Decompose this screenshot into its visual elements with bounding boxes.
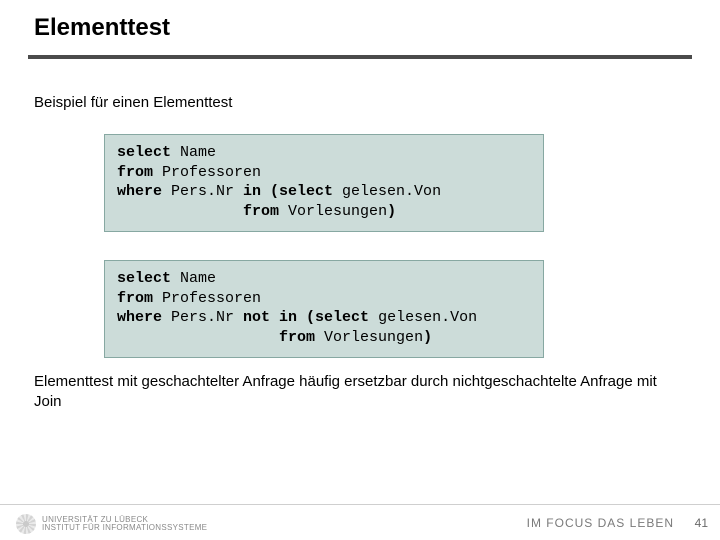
seal-icon bbox=[16, 514, 36, 534]
footer: UNIVERSITÄT ZU LÜBECK INSTITUT FÜR INFOR… bbox=[0, 504, 720, 540]
kw-where: where bbox=[117, 309, 162, 326]
code-text: Name bbox=[171, 270, 216, 287]
university-logo: UNIVERSITÄT ZU LÜBECK INSTITUT FÜR INFOR… bbox=[16, 514, 207, 534]
kw-select: select bbox=[117, 270, 171, 287]
code-indent bbox=[117, 203, 243, 220]
code-block-1: select Name from Professoren where Pers.… bbox=[104, 134, 544, 232]
kw-from: from bbox=[279, 329, 315, 346]
footer-motto: IM FOCUS DAS LEBEN bbox=[527, 516, 674, 530]
kw-in-select: in (select bbox=[243, 183, 333, 200]
university-text: UNIVERSITÄT ZU LÜBECK INSTITUT FÜR INFOR… bbox=[42, 516, 207, 533]
title-rule bbox=[28, 55, 692, 59]
page-number: 41 bbox=[695, 516, 708, 530]
kw-from: from bbox=[117, 290, 153, 307]
footer-rule bbox=[0, 504, 720, 505]
code-text: Professoren bbox=[153, 290, 261, 307]
university-line2: INSTITUT FÜR INFORMATIONSSYSTEME bbox=[42, 524, 207, 532]
slide: Elementtest Beispiel für einen Elementte… bbox=[0, 0, 720, 540]
code-text: gelesen.Von bbox=[333, 183, 441, 200]
code-text: Professoren bbox=[153, 164, 261, 181]
code-block-2: select Name from Professoren where Pers.… bbox=[104, 260, 544, 358]
code-indent bbox=[117, 329, 279, 346]
kw-paren: ) bbox=[423, 329, 432, 346]
code-text: Pers.Nr bbox=[162, 183, 243, 200]
code-text: Name bbox=[171, 144, 216, 161]
kw-paren: ) bbox=[387, 203, 396, 220]
kw-select: select bbox=[117, 144, 171, 161]
code-text: Vorlesungen bbox=[315, 329, 423, 346]
slide-title: Elementtest bbox=[34, 14, 170, 42]
kw-not-in-select: not in (select bbox=[243, 309, 369, 326]
kw-where: where bbox=[117, 183, 162, 200]
kw-from: from bbox=[243, 203, 279, 220]
code-text: gelesen.Von bbox=[369, 309, 477, 326]
kw-from: from bbox=[117, 164, 153, 181]
slide-subtitle: Beispiel für einen Elementtest bbox=[34, 94, 232, 111]
code-text: Vorlesungen bbox=[279, 203, 387, 220]
code-text: Pers.Nr bbox=[162, 309, 243, 326]
body-text: Elementtest mit geschachtelter Anfrage h… bbox=[34, 372, 664, 411]
